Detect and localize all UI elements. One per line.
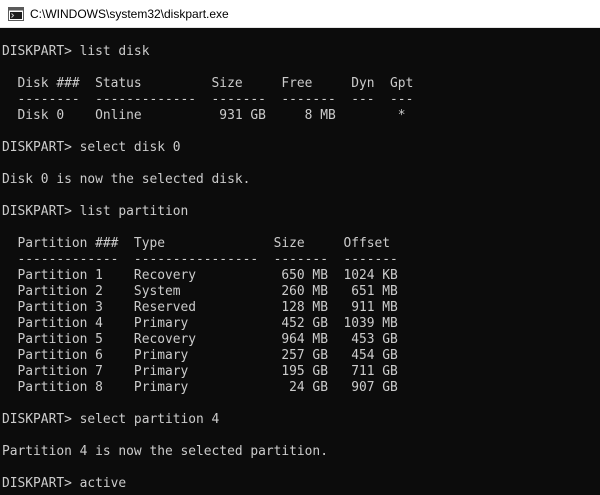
console-line: Disk 0 Online 931 GB 8 MB * [2, 108, 406, 123]
console-output[interactable]: DISKPART> list disk Disk ### Status Size… [0, 28, 600, 495]
console-line: -------- ------------- ------- ------- -… [2, 92, 414, 107]
console-line: Partition ### Type Size Offset [2, 236, 391, 251]
window-title: C:\WINDOWS\system32\diskpart.exe [30, 6, 229, 21]
console-line: Partition 4 is now the selected partitio… [2, 444, 328, 459]
console-line: Partition 1 Recovery 650 MB 1024 KB [2, 268, 398, 283]
command-line: DISKPART> active [2, 476, 127, 491]
console-line: Partition 4 Primary 452 GB 1039 MB [2, 316, 398, 331]
command-line: DISKPART> list partition [2, 204, 189, 219]
console-line: Partition 3 Reserved 128 MB 911 MB [2, 300, 398, 315]
command-line: DISKPART> list disk [2, 44, 150, 59]
diskpart-window: C:\WINDOWS\system32\diskpart.exe DISKPAR… [0, 0, 600, 495]
console-app-icon [8, 6, 24, 21]
console-line: Partition 7 Primary 195 GB 711 GB [2, 364, 398, 379]
console-line: Partition 6 Primary 257 GB 454 GB [2, 348, 398, 363]
console-line: Partition 8 Primary 24 GB 907 GB [2, 380, 398, 395]
command-line: DISKPART> select partition 4 [2, 412, 220, 427]
console-line: Disk ### Status Size Free Dyn Gpt [2, 76, 414, 91]
console-line: Disk 0 is now the selected disk. [2, 172, 251, 187]
console-line: ------------- ---------------- ------- -… [2, 252, 398, 267]
console-line: Partition 5 Recovery 964 MB 453 GB [2, 332, 398, 347]
title-bar[interactable]: C:\WINDOWS\system32\diskpart.exe [0, 0, 600, 28]
console-line: Partition 2 System 260 MB 651 MB [2, 284, 398, 299]
command-line: DISKPART> select disk 0 [2, 140, 181, 155]
